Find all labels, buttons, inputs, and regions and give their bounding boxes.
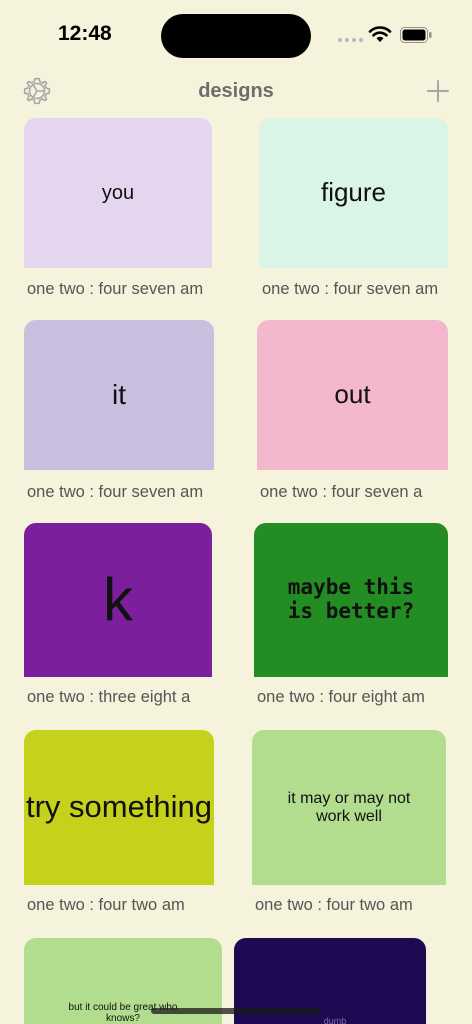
card-text: you — [101, 181, 135, 204]
wifi-icon — [368, 26, 392, 42]
dynamic-island — [161, 14, 311, 58]
card-text: k — [103, 566, 133, 634]
design-card[interactable]: k — [24, 523, 212, 677]
card-caption: one two : four seven am — [262, 280, 439, 298]
card-caption: one two : four two am — [27, 896, 185, 914]
card-text: maybe this is better? — [287, 575, 415, 623]
design-card[interactable]: it may or may not work well — [252, 730, 446, 885]
card-text: it — [112, 379, 126, 411]
card-caption: one two : four seven am — [27, 483, 204, 501]
card-caption: one two : three eight a — [27, 688, 191, 706]
card-caption: one two : four seven a — [260, 483, 423, 501]
design-card[interactable]: try something — [24, 730, 214, 885]
card-text: figure — [320, 177, 387, 208]
screen: 12:48 designs you one two : four seven a… — [0, 0, 472, 1024]
status-time: 12:48 — [58, 22, 112, 45]
card-caption: one two : four seven am — [27, 280, 204, 298]
battery-icon — [400, 27, 432, 43]
design-card[interactable]: figure — [259, 118, 448, 268]
card-text: out — [334, 379, 371, 410]
card-text: it may or may not work well — [287, 789, 411, 825]
design-card[interactable]: maybe this is better? — [254, 523, 448, 677]
card-text: try something — [25, 789, 213, 825]
card-caption: one two : four two am — [255, 896, 413, 914]
cellular-signal-icon — [338, 38, 363, 42]
design-card[interactable]: out — [257, 320, 448, 470]
card-text: dumb — [323, 1015, 347, 1024]
design-card[interactable]: it — [24, 320, 214, 470]
plus-icon[interactable] — [426, 79, 450, 103]
card-caption: one two : four eight am — [257, 688, 425, 706]
page-title: designs — [198, 80, 274, 102]
design-card[interactable]: you — [24, 118, 212, 268]
home-indicator[interactable] — [151, 1008, 321, 1014]
